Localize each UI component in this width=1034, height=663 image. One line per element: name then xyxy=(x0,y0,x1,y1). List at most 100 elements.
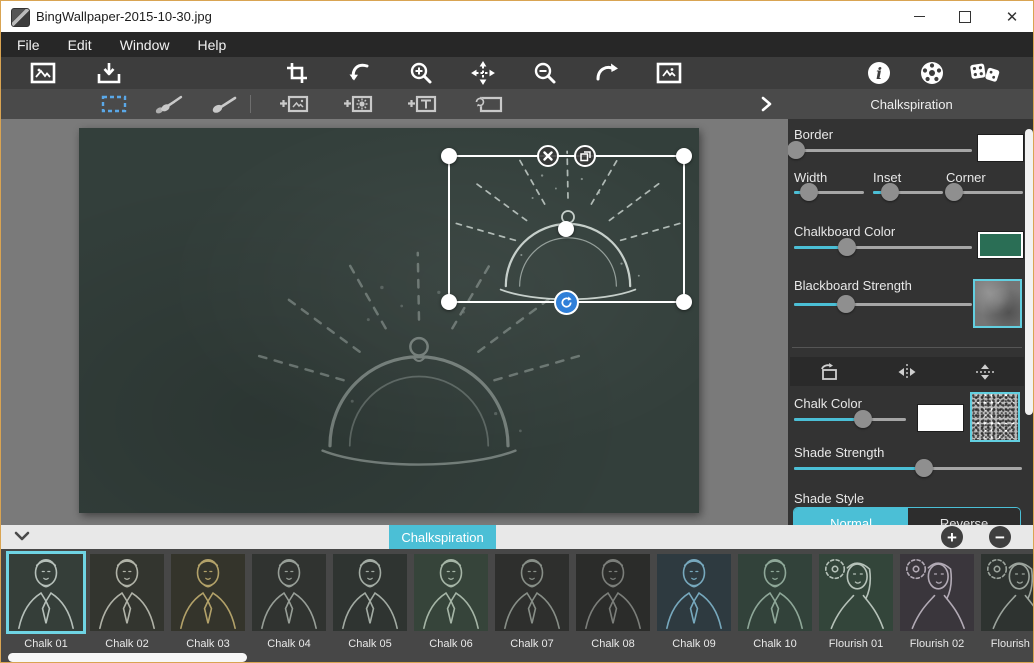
shade-strength-slider[interactable] xyxy=(794,459,1022,478)
thumbnail-flourish-03[interactable]: Flourish 03 xyxy=(981,554,1033,631)
thumbnail-chalk-07[interactable]: Chalk 07 xyxy=(495,554,569,631)
panel-scrollbar[interactable] xyxy=(1025,129,1033,415)
corner-slider[interactable] xyxy=(946,183,1023,202)
blackboard-strength-slider-knob[interactable] xyxy=(837,295,855,313)
crop-button[interactable] xyxy=(279,59,315,87)
canvas-area[interactable] xyxy=(1,119,788,525)
selection-handle-bottom-right[interactable] xyxy=(676,294,692,310)
selection-center-handle[interactable] xyxy=(558,221,574,237)
blackboard-texture-swatch[interactable] xyxy=(973,279,1022,328)
thumbnail-chalk-01[interactable]: Chalk 01 xyxy=(9,554,83,631)
chevron-down-icon xyxy=(13,529,31,543)
shade-strength-slider-knob[interactable] xyxy=(915,459,933,477)
preset-thumbnail-strip: Chalk 01 Chalk 02 Chalk 03 Chalk 04 Chal… xyxy=(1,549,1033,651)
thumbnail-label: Chalk 07 xyxy=(510,638,553,650)
thumbnail-label: Chalk 01 xyxy=(24,638,67,650)
select-tool-button[interactable] xyxy=(97,91,131,117)
thumbnail-sketch xyxy=(576,554,650,631)
paint-out-tool-button[interactable] xyxy=(206,91,240,117)
info-icon: i xyxy=(866,60,892,86)
redo-icon xyxy=(594,61,620,85)
border-color-swatch[interactable] xyxy=(978,135,1023,161)
panel-collapse-button[interactable] xyxy=(749,91,783,117)
width-slider[interactable] xyxy=(794,183,864,202)
selection-rotate-button[interactable] xyxy=(554,290,579,315)
chalk-color-swatch[interactable] xyxy=(918,405,963,431)
thumbnail-chalk-06[interactable]: Chalk 06 xyxy=(414,554,488,631)
info-button[interactable]: i xyxy=(861,59,897,87)
chalkboard-color-swatch[interactable] xyxy=(978,232,1023,258)
thumbnail-chalk-02[interactable]: Chalk 02 xyxy=(90,554,164,631)
border-slider-knob[interactable] xyxy=(788,141,805,159)
corner-slider-knob[interactable] xyxy=(945,183,963,201)
thumbnail-chalk-03[interactable]: Chalk 03 xyxy=(171,554,245,631)
transform-tool-button[interactable] xyxy=(471,91,505,117)
move-button[interactable] xyxy=(465,59,501,87)
add-image-button[interactable] xyxy=(277,91,311,117)
thumbnail-flourish-02[interactable]: Flourish 02 xyxy=(900,554,974,631)
chalk-color-slider-knob[interactable] xyxy=(854,410,872,428)
open-image-button[interactable] xyxy=(25,59,61,87)
redo-button[interactable] xyxy=(589,59,625,87)
border-slider[interactable] xyxy=(794,141,972,160)
shade-style-normal-button[interactable]: Normal xyxy=(794,508,908,525)
selection-handle-top-right[interactable] xyxy=(676,148,692,164)
thumbnails-zoom-out-button[interactable]: − xyxy=(989,526,1011,548)
selection-handle-top-left[interactable] xyxy=(441,148,457,164)
thumbnail-chalk-08[interactable]: Chalk 08 xyxy=(576,554,650,631)
main-toolbar: i xyxy=(1,57,1033,89)
selection-box[interactable] xyxy=(448,155,685,303)
maximize-button[interactable] xyxy=(943,1,987,32)
zoom-in-button[interactable] xyxy=(403,59,439,87)
chalkboard-color-label: Chalkboard Color xyxy=(794,224,895,239)
chalk-color-slider[interactable] xyxy=(794,410,906,429)
category-tab-chalkspiration[interactable]: Chalkspiration xyxy=(389,525,496,549)
undo-button[interactable] xyxy=(341,59,377,87)
rotate-item-button[interactable] xyxy=(790,357,868,386)
thumbnail-scrollbar[interactable] xyxy=(8,653,247,662)
thumbnail-chalk-04[interactable]: Chalk 04 xyxy=(252,554,326,631)
chalkboard-color-slider[interactable] xyxy=(794,238,972,257)
flip-horizontal-button[interactable] xyxy=(868,357,946,386)
title-bar: BingWallpaper-2015-10-30.jpg ✕ xyxy=(1,1,1033,32)
blackboard-strength-slider[interactable] xyxy=(794,295,972,314)
menu-edit[interactable]: Edit xyxy=(54,32,106,57)
thumbnail-scrollbar-track xyxy=(1,651,1033,663)
export-button[interactable] xyxy=(91,59,127,87)
preview-image-button[interactable] xyxy=(651,59,687,87)
selection-duplicate-button[interactable] xyxy=(574,145,596,167)
add-effect-button[interactable] xyxy=(341,91,375,117)
shade-style-reverse-button[interactable]: Reverse xyxy=(908,508,1020,525)
thumbnail-chalk-09[interactable]: Chalk 09 xyxy=(657,554,731,631)
tools-divider xyxy=(250,95,251,113)
thumbnail-sketch xyxy=(981,554,1033,631)
menu-file[interactable]: File xyxy=(1,32,54,57)
menu-help[interactable]: Help xyxy=(183,32,240,57)
add-text-button[interactable] xyxy=(405,91,439,117)
randomize-button[interactable] xyxy=(967,59,1003,87)
width-slider-knob[interactable] xyxy=(800,183,818,201)
chalk-texture-swatch[interactable] xyxy=(970,392,1020,442)
close-button[interactable]: ✕ xyxy=(990,1,1034,32)
selection-delete-button[interactable] xyxy=(537,145,559,167)
chalkboard-color-slider-knob[interactable] xyxy=(838,238,856,256)
zoom-out-icon xyxy=(533,61,557,85)
thumbnail-flourish-01[interactable]: Flourish 01 xyxy=(819,554,893,631)
inset-slider[interactable] xyxy=(873,183,943,202)
minimize-button[interactable] xyxy=(897,1,941,32)
selection-handle-bottom-left[interactable] xyxy=(441,294,457,310)
flip-vertical-button[interactable] xyxy=(946,357,1024,386)
thumbnail-chalk-05[interactable]: Chalk 05 xyxy=(333,554,407,631)
collapse-strip-button[interactable] xyxy=(13,529,31,548)
thumbnails-zoom-in-button[interactable]: + xyxy=(941,526,963,548)
menu-window[interactable]: Window xyxy=(106,32,184,57)
thumbnail-label: Flourish 03 xyxy=(991,638,1033,650)
inset-slider-knob[interactable] xyxy=(881,183,899,201)
shade-strength-label: Shade Strength xyxy=(794,445,884,460)
zoom-out-button[interactable] xyxy=(527,59,563,87)
menu-bar: File Edit Window Help xyxy=(1,32,1033,57)
thumbnail-sketch xyxy=(252,554,326,631)
paint-in-tool-button[interactable] xyxy=(152,91,186,117)
settings-button[interactable] xyxy=(914,59,950,87)
thumbnail-chalk-10[interactable]: Chalk 10 xyxy=(738,554,812,631)
